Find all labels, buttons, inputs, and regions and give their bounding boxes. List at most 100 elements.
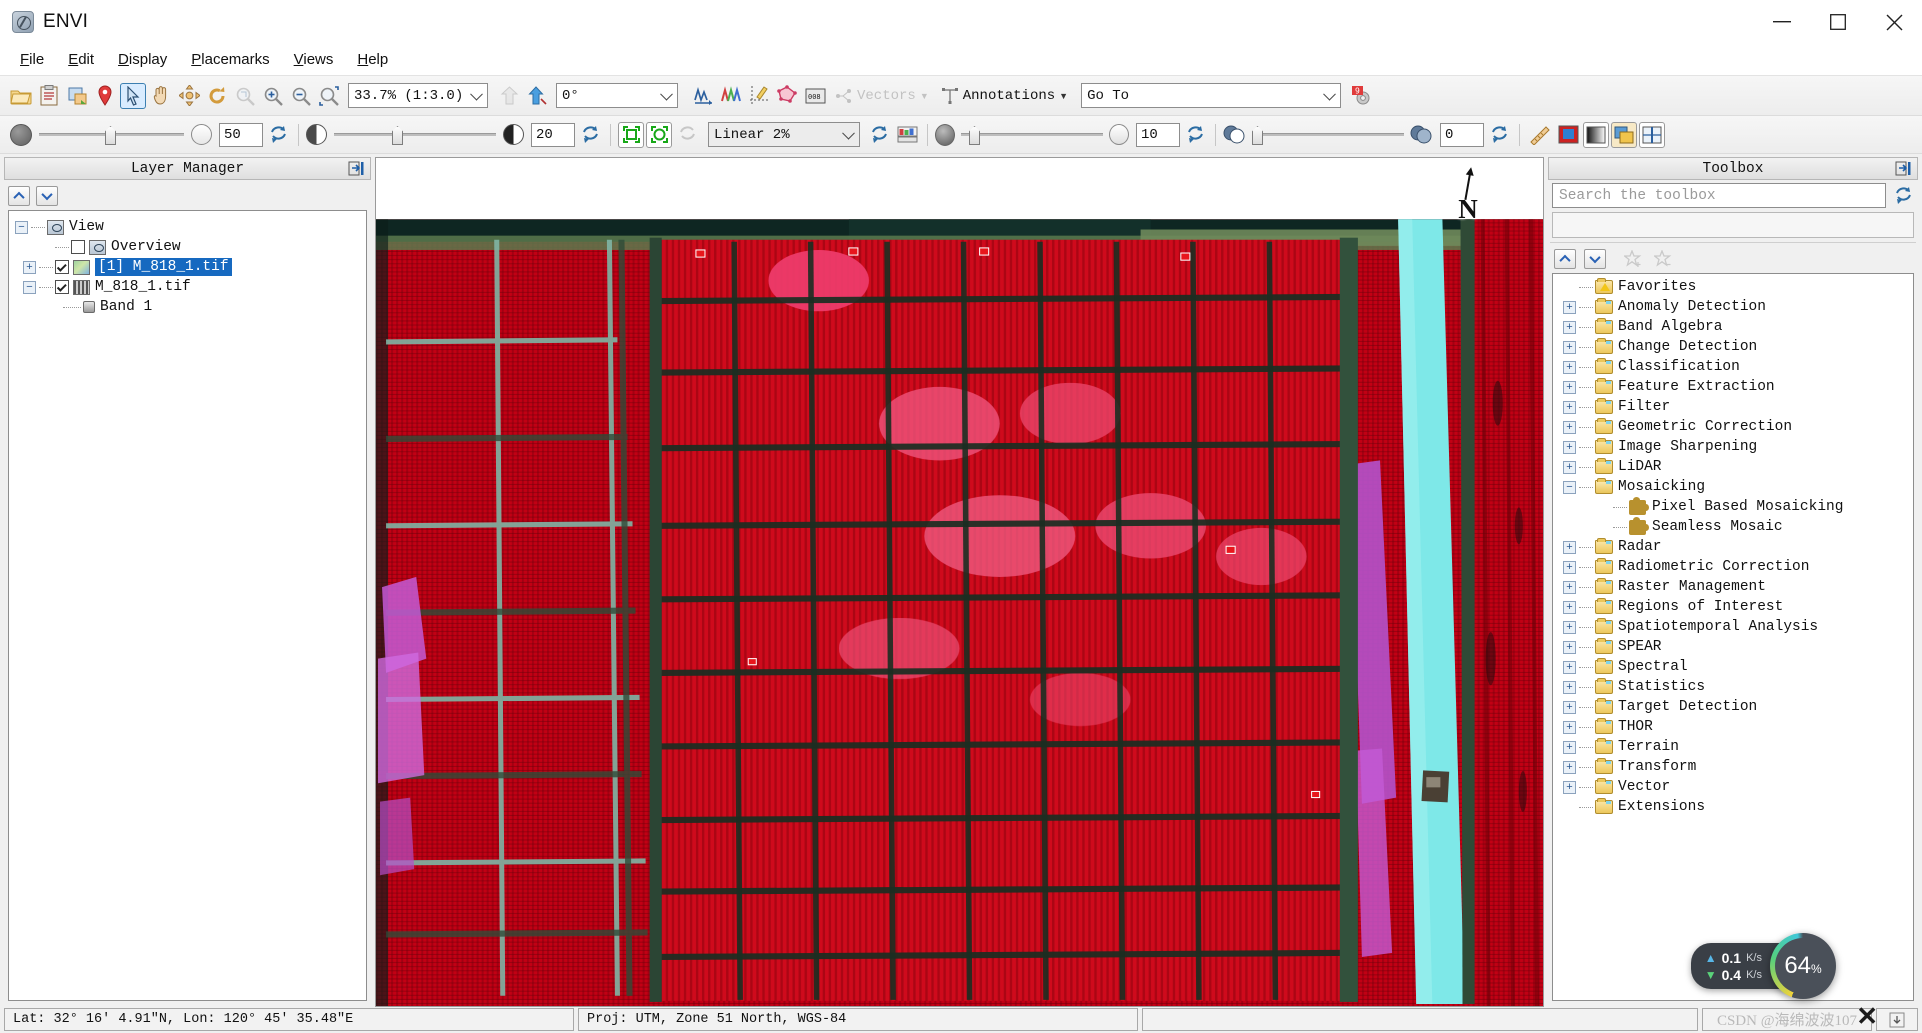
- layer-tree[interactable]: − View Overview + [1] M_818_1.tif − M_81…: [8, 210, 367, 1001]
- expander-plus-icon[interactable]: +: [1563, 600, 1576, 614]
- expander-plus-icon[interactable]: +: [1563, 380, 1576, 394]
- toolbox-item-spear[interactable]: + SPEAR: [1553, 637, 1913, 657]
- select-pointer-icon[interactable]: [120, 82, 146, 109]
- north-up-icon[interactable]: [496, 83, 522, 109]
- open-file-icon[interactable]: [8, 83, 34, 109]
- expander-plus-icon[interactable]: +: [1563, 580, 1576, 594]
- toolbox-item-spatiotemporal-analysis[interactable]: + Spatiotemporal Analysis: [1553, 617, 1913, 637]
- measurement-tool-icon[interactable]: [1527, 122, 1553, 148]
- toolbox-item-thor[interactable]: + THOR: [1553, 717, 1913, 737]
- layer-row-raster-2[interactable]: − M_818_1.tif: [9, 277, 366, 297]
- expander-plus-icon[interactable]: +: [1563, 740, 1576, 754]
- close-widget-icon[interactable]: ✕: [1856, 1001, 1878, 1032]
- expander-plus-icon[interactable]: +: [1563, 620, 1576, 634]
- move-layer-up-icon[interactable]: [8, 186, 30, 206]
- move-down-icon[interactable]: [1584, 249, 1606, 269]
- layer-row-raster-1[interactable]: + [1] M_818_1.tif: [9, 257, 366, 277]
- brightness-value[interactable]: 50: [219, 122, 263, 147]
- layer-row-band-1[interactable]: Band 1: [9, 297, 366, 317]
- toolbox-tree[interactable]: Favorites + Anomaly Detection + Band Algebra…: [1552, 273, 1914, 1001]
- spectral-profile-icon[interactable]: [690, 83, 716, 109]
- toolbox-item-vector[interactable]: + Vector: [1553, 777, 1913, 797]
- expander-plus-icon[interactable]: +: [1563, 680, 1576, 694]
- move-layer-down-icon[interactable]: [36, 186, 58, 206]
- image-viewport[interactable]: N: [375, 157, 1544, 1007]
- toolbox-item-band-algebra[interactable]: + Band Algebra: [1553, 317, 1913, 337]
- menu-placemarks[interactable]: Placemarks: [179, 48, 281, 71]
- expander-plus-icon[interactable]: +: [1563, 760, 1576, 774]
- expander-plus-icon[interactable]: +: [1563, 700, 1576, 714]
- expander-plus-icon[interactable]: +: [1563, 400, 1576, 414]
- expander-minus-icon[interactable]: −: [23, 280, 36, 294]
- stretch-full-extent-icon[interactable]: [618, 121, 644, 148]
- sharpen-value[interactable]: 10: [1136, 122, 1180, 147]
- toolbox-item-classification[interactable]: + Classification: [1553, 357, 1913, 377]
- data-values-icon[interactable]: 008: [802, 83, 828, 109]
- zoom-to-selection-icon[interactable]: [316, 83, 342, 109]
- cpu-usage-dial[interactable]: 64%: [1770, 933, 1836, 999]
- blend-view-icon[interactable]: [1583, 121, 1609, 148]
- toolbox-item-mosaicking[interactable]: − Mosaicking: [1553, 477, 1913, 497]
- expander-plus-icon[interactable]: +: [1563, 640, 1576, 654]
- expander-plus-icon[interactable]: +: [1563, 540, 1576, 554]
- menu-display[interactable]: Display: [106, 48, 179, 71]
- reset-stretch-icon[interactable]: [866, 122, 892, 148]
- expander-plus-icon[interactable]: +: [1563, 720, 1576, 734]
- toolbox-item-seamless-mosaic[interactable]: Seamless Mosaic: [1553, 516, 1913, 537]
- rotate-north-icon[interactable]: [524, 83, 550, 109]
- network-speed-widget[interactable]: ▲ 0.1 K/s ▼ 0.4 K/s 64%: [1690, 933, 1836, 999]
- expander-plus-icon[interactable]: +: [1563, 340, 1576, 354]
- layer-row-view[interactable]: − View: [9, 217, 366, 237]
- search-input[interactable]: Search the toolbox: [1552, 183, 1886, 208]
- expander-plus-icon[interactable]: +: [1563, 320, 1576, 334]
- crop-subset-icon[interactable]: [64, 83, 90, 109]
- zoom-to-fit-icon[interactable]: [232, 83, 258, 109]
- layer-visibility-checkbox[interactable]: [55, 280, 69, 294]
- layer-visibility-checkbox[interactable]: [71, 240, 85, 254]
- toolbox-item-favorites[interactable]: Favorites: [1553, 277, 1913, 297]
- annotations-menu[interactable]: Annotations ▼: [936, 83, 1073, 109]
- close-button[interactable]: [1866, 0, 1922, 44]
- paste-clipboard-icon[interactable]: [36, 83, 62, 109]
- stretch-type-combo[interactable]: Linear 2%: [708, 122, 860, 147]
- multi-spectral-profile-icon[interactable]: [718, 83, 744, 109]
- toolbox-item-feature-extraction[interactable]: + Feature Extraction: [1553, 377, 1913, 397]
- expander-plus-icon[interactable]: +: [1563, 560, 1576, 574]
- zoom-out-icon[interactable]: [288, 83, 314, 109]
- layer-visibility-checkbox[interactable]: [55, 260, 69, 274]
- toolbox-item-target-detection[interactable]: + Target Detection: [1553, 697, 1913, 717]
- menu-help[interactable]: Help: [345, 48, 400, 71]
- pin-panel-icon[interactable]: [348, 160, 366, 178]
- stretch-view-extent-icon[interactable]: [646, 121, 672, 148]
- minimize-button[interactable]: [1754, 0, 1810, 44]
- raster-image-canvas[interactable]: [376, 158, 1543, 1006]
- menu-edit[interactable]: Edit: [56, 48, 106, 71]
- contrast-value[interactable]: 20: [531, 122, 575, 147]
- toolbox-item-regions-of-interest[interactable]: + Regions of Interest: [1553, 597, 1913, 617]
- preferences-gear-icon[interactable]: 9: [1349, 83, 1375, 109]
- toolbox-item-transform[interactable]: + Transform: [1553, 757, 1913, 777]
- expander-plus-icon[interactable]: +: [1563, 780, 1576, 794]
- toolbox-item-spectral[interactable]: + Spectral: [1553, 657, 1913, 677]
- expander-plus-icon[interactable]: +: [1563, 660, 1576, 674]
- vectors-menu[interactable]: Vectors ▼: [830, 83, 934, 109]
- histogram-stretch-icon[interactable]: [894, 122, 920, 148]
- toolbox-item-radar[interactable]: + Radar: [1553, 537, 1913, 557]
- reset-brightness-icon[interactable]: [265, 122, 291, 148]
- toolbox-item-lidar[interactable]: + LiDAR: [1553, 457, 1913, 477]
- pixel-locator-icon[interactable]: [746, 83, 772, 109]
- expander-minus-icon[interactable]: −: [15, 220, 28, 234]
- toolbox-item-radiometric-correction[interactable]: + Radiometric Correction: [1553, 557, 1913, 577]
- zoom-in-icon[interactable]: [260, 83, 286, 109]
- goto-combo[interactable]: Go To: [1081, 83, 1342, 108]
- toolbox-item-pixel-based-mosaicking[interactable]: Pixel Based Mosaicking: [1553, 496, 1913, 517]
- reset-contrast-icon[interactable]: [577, 122, 603, 148]
- transparency-value[interactable]: 0: [1440, 122, 1484, 147]
- rotate-icon[interactable]: [204, 83, 230, 109]
- rotation-combo[interactable]: 0°: [556, 83, 678, 108]
- expander-plus-icon[interactable]: +: [1563, 300, 1576, 314]
- toolbox-item-geometric-correction[interactable]: + Geometric Correction: [1553, 417, 1913, 437]
- reset-sharpen-icon[interactable]: [1182, 122, 1208, 148]
- flicker-view-icon[interactable]: [1611, 121, 1637, 148]
- pan-hand-icon[interactable]: [148, 83, 174, 109]
